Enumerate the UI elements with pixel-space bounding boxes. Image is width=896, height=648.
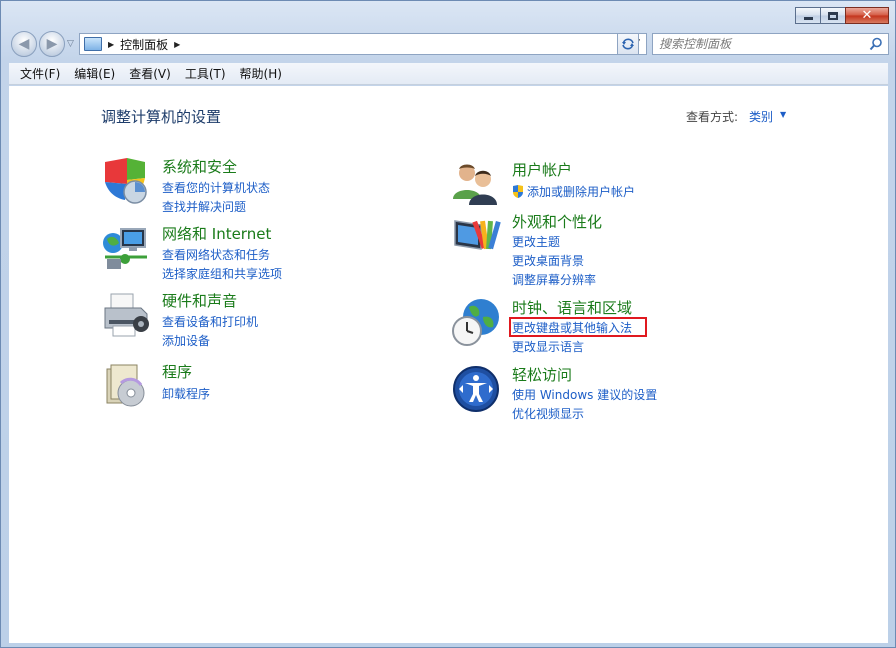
control-panel-window: ✕ ◀ ▶ ▽ ▶ 控制面板 ▶ ▼ 文件(F) 编辑(E) 查看(V) 工具(… — [0, 0, 896, 648]
category-ease-of-access: 轻松访问 使用 Windows 建议的设置 优化视频显示 — [451, 364, 751, 424]
category-title[interactable]: 网络和 Internet — [162, 223, 271, 244]
page-title: 调整计算机的设置 — [101, 108, 222, 126]
globe-clock-icon — [452, 299, 499, 346]
printer-icon — [104, 293, 149, 337]
link-text[interactable]: 添加或删除用户帐户 — [527, 185, 635, 199]
menu-bar: 文件(F) 编辑(E) 查看(V) 工具(T) 帮助(H) — [9, 63, 888, 85]
category-title[interactable]: 系统和安全 — [162, 156, 237, 177]
category-title[interactable]: 外观和个性化 — [512, 211, 602, 232]
search-icon[interactable] — [869, 37, 883, 51]
category-title[interactable]: 用户帐户 — [512, 159, 572, 180]
close-button[interactable]: ✕ — [845, 7, 889, 24]
category-title[interactable]: 轻松访问 — [512, 364, 572, 385]
caption-buttons: ✕ — [795, 7, 889, 24]
link-troubleshoot[interactable]: 查找并解决问题 — [162, 198, 246, 215]
category-network-internet: 网络和 Internet 查看网络状态和任务 选择家庭组和共享选项 — [101, 223, 401, 283]
monitor-palette-icon — [454, 220, 501, 250]
menu-help[interactable]: 帮助(H) — [233, 65, 289, 82]
view-by-chevron-down-icon[interactable]: ▼ — [780, 110, 786, 119]
back-arrow-icon: ◀ — [18, 36, 30, 52]
users-icon — [453, 164, 497, 205]
forward-arrow-icon: ▶ — [46, 36, 58, 52]
view-by-dropdown[interactable]: 类别 — [749, 108, 773, 125]
link-change-desktop-background[interactable]: 更改桌面背景 — [512, 252, 584, 269]
link-change-theme[interactable]: 更改主题 — [512, 233, 560, 250]
back-button[interactable]: ◀ — [11, 31, 37, 57]
category-hardware-sound: 硬件和声音 查看设备和打印机 添加设备 — [101, 290, 401, 350]
control-panel-icon — [84, 37, 102, 51]
category-title[interactable]: 时钟、语言和区域 — [512, 297, 632, 318]
minimize-button[interactable] — [795, 7, 821, 24]
refresh-icon — [622, 38, 634, 50]
programs-icon — [106, 364, 145, 407]
close-icon: ✕ — [861, 8, 873, 23]
highlight-box — [509, 317, 647, 337]
link-view-network-status[interactable]: 查看网络状态和任务 — [162, 246, 270, 263]
menu-tools[interactable]: 工具(T) — [178, 65, 233, 82]
minimize-icon — [803, 17, 813, 20]
view-by-label: 查看方式: — [686, 110, 739, 124]
category-system-security: 系统和安全 查看您的计算机状态 查找并解决问题 — [101, 156, 401, 216]
recent-pages-dropdown[interactable]: ▽ — [67, 39, 74, 49]
content-area: 调整计算机的设置 查看方式: 类别 ▼ 系统和安全 查看您的计算机状态 查找并解… — [9, 86, 888, 643]
network-icon — [103, 228, 147, 269]
link-adjust-resolution[interactable]: 调整屏幕分辨率 — [512, 271, 596, 288]
search-box[interactable] — [652, 33, 889, 55]
link-view-devices-printers[interactable]: 查看设备和打印机 — [162, 313, 258, 330]
refresh-button[interactable] — [617, 33, 639, 55]
menu-view[interactable]: 查看(V) — [122, 65, 178, 82]
address-bar[interactable]: ▶ 控制面板 ▶ ▼ — [79, 33, 647, 55]
breadcrumb-separator-icon[interactable]: ▶ — [108, 40, 114, 49]
ease-of-access-icon — [453, 366, 499, 412]
menu-edit[interactable]: 编辑(E) — [67, 65, 122, 82]
link-add-remove-users[interactable]: 添加或删除用户帐户 — [512, 183, 635, 200]
link-homegroup-sharing[interactable]: 选择家庭组和共享选项 — [162, 265, 282, 282]
menu-file[interactable]: 文件(F) — [13, 65, 67, 82]
shield-icon — [105, 158, 147, 204]
breadcrumb-control-panel[interactable]: 控制面板 — [120, 36, 168, 53]
category-clock-language-region: 时钟、语言和区域 更改键盘或其他输入法 更改显示语言 — [451, 297, 751, 357]
link-optimize-video-display[interactable]: 优化视频显示 — [512, 405, 584, 422]
category-title[interactable]: 硬件和声音 — [162, 290, 237, 311]
category-title[interactable]: 程序 — [162, 361, 192, 382]
navigation-bar: ◀ ▶ ▽ ▶ 控制面板 ▶ ▼ — [9, 31, 889, 57]
category-appearance: 外观和个性化 更改主题 更改桌面背景 调整屏幕分辨率 — [451, 211, 751, 288]
link-windows-recommended-settings[interactable]: 使用 Windows 建议的设置 — [512, 386, 657, 403]
maximize-button[interactable] — [820, 7, 846, 24]
category-programs: 程序 卸载程序 — [101, 361, 401, 411]
link-view-computer-status[interactable]: 查看您的计算机状态 — [162, 179, 270, 196]
link-add-device[interactable]: 添加设备 — [162, 332, 210, 349]
breadcrumb-separator-icon[interactable]: ▶ — [174, 40, 180, 49]
maximize-icon — [828, 11, 838, 20]
uac-shield-icon — [513, 185, 523, 198]
category-user-accounts: 用户帐户 添加或删除用户帐户 — [451, 159, 751, 209]
forward-button[interactable]: ▶ — [39, 31, 65, 57]
link-uninstall-program[interactable]: 卸载程序 — [162, 385, 210, 402]
search-input[interactable] — [659, 35, 859, 53]
link-change-display-language[interactable]: 更改显示语言 — [512, 338, 584, 355]
